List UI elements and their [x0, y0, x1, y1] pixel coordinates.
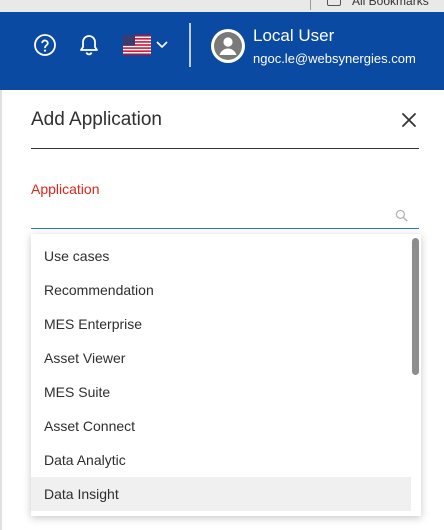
application-options-dropdown: Use cases Recommendation MES Enterprise … — [31, 234, 421, 516]
user-email: ngoc.le@websynergies.com — [253, 51, 416, 66]
user-avatar[interactable] — [211, 29, 245, 63]
option-use-cases[interactable]: Use cases — [31, 239, 411, 273]
header-divider — [189, 23, 191, 67]
option-asset-viewer[interactable]: Asset Viewer — [31, 341, 411, 375]
dialog-title: Add Application — [31, 109, 162, 130]
language-selector[interactable] — [122, 35, 170, 55]
close-button[interactable] — [399, 110, 419, 130]
all-bookmarks-label[interactable]: All Bookmarks — [352, 0, 429, 8]
bookmarks-separator — [310, 0, 311, 10]
option-data-insight[interactable]: Data Insight — [31, 477, 411, 511]
help-icon[interactable] — [33, 33, 57, 57]
option-mes-enterprise[interactable]: MES Enterprise — [31, 307, 411, 341]
title-divider — [31, 148, 419, 149]
user-name[interactable]: Local User — [253, 26, 334, 46]
bookmarks-folder-icon[interactable] — [327, 0, 341, 6]
close-icon — [402, 113, 416, 127]
background-edge — [0, 90, 2, 530]
option-data-analytic[interactable]: Data Analytic — [31, 443, 411, 477]
us-flag-icon — [123, 35, 151, 55]
user-avatar-icon — [212, 30, 244, 62]
option-asset-connect[interactable]: Asset Connect — [31, 409, 411, 443]
chevron-down-icon — [156, 41, 168, 49]
application-search-input[interactable] — [31, 204, 419, 229]
application-field-label: Application — [31, 181, 100, 197]
search-icon — [395, 209, 408, 222]
option-recommendation[interactable]: Recommendation — [31, 273, 411, 307]
dropdown-scrollbar-thumb[interactable] — [412, 238, 419, 375]
option-mes-suite[interactable]: MES Suite — [31, 375, 411, 409]
notifications-bell-icon[interactable] — [77, 32, 101, 58]
app-header: Local User ngoc.le@websynergies.com — [0, 12, 444, 90]
